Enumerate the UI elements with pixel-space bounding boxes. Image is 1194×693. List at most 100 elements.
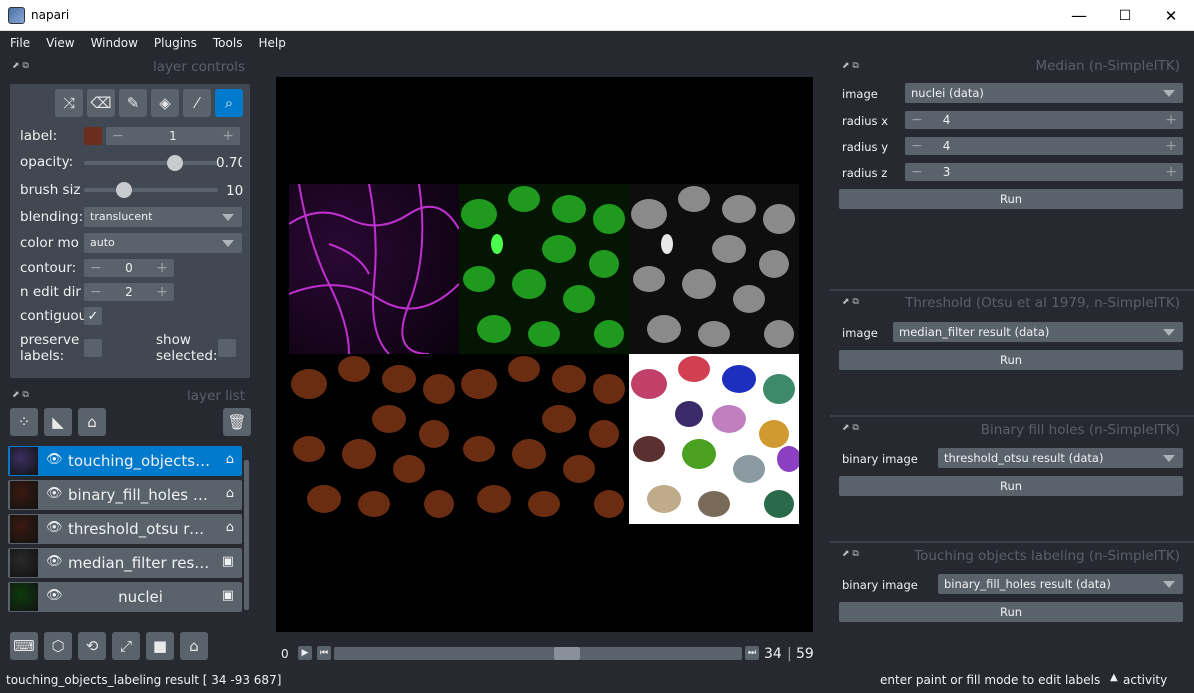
- menu-plugins[interactable]: Plugins: [154, 31, 197, 55]
- radius-y-spinbox[interactable]: − 4 +: [905, 137, 1183, 155]
- console-icon[interactable]: ⌨: [10, 632, 38, 660]
- decrement-icon[interactable]: −: [911, 138, 923, 154]
- threshold-mask-tile: [289, 354, 459, 524]
- layer-list-scrollbar[interactable]: [244, 460, 249, 610]
- median-image-dropdown[interactable]: nuclei (data): [905, 83, 1183, 103]
- radius-x-spinbox[interactable]: − 4 +: [905, 111, 1183, 129]
- layer-item[interactable]: 👁 binary_fill_holes re... ⌂: [8, 480, 242, 510]
- new-points-layer-icon[interactable]: ⁘: [10, 408, 38, 436]
- dock-float-icon[interactable]: ⬈ ⧉: [842, 297, 859, 307]
- close-button[interactable]: ✕: [1148, 0, 1194, 31]
- napari-app-icon: [8, 7, 25, 24]
- color-mode-dropdown[interactable]: auto: [84, 233, 242, 253]
- menu-help[interactable]: Help: [258, 31, 285, 55]
- layer-name[interactable]: binary_fill_holes re...: [68, 486, 213, 504]
- dock-float-icon[interactable]: ⬈ ⧉: [842, 549, 859, 559]
- ndisplay-3d-icon[interactable]: ⬡: [44, 632, 72, 660]
- decrement-icon[interactable]: −: [911, 112, 923, 128]
- threshold-run-button[interactable]: Run: [839, 350, 1183, 370]
- radius-y-label: radius y: [842, 140, 889, 154]
- skip-start-icon[interactable]: ⏮: [317, 646, 331, 660]
- layer-name[interactable]: median_filter result: [68, 554, 213, 572]
- menu-tools[interactable]: Tools: [213, 31, 243, 55]
- blending-dropdown[interactable]: translucent: [84, 207, 242, 227]
- decrement-icon[interactable]: −: [90, 284, 102, 300]
- layer-name[interactable]: nuclei: [68, 588, 213, 606]
- increment-icon[interactable]: +: [222, 128, 234, 144]
- visibility-eye-icon[interactable]: 👁: [46, 452, 63, 467]
- skip-end-icon[interactable]: ⏭: [745, 646, 759, 660]
- dims-separator: |: [787, 646, 792, 662]
- visibility-eye-icon[interactable]: 👁: [46, 588, 63, 603]
- layer-item[interactable]: 👁 median_filter result ▣: [8, 548, 242, 578]
- dock-float-icon[interactable]: ⬈ ⧉: [842, 423, 859, 433]
- preserve-labels-checkbox[interactable]: [84, 339, 102, 357]
- color-picker-icon[interactable]: ⁄: [183, 89, 211, 117]
- visibility-eye-icon[interactable]: 👁: [46, 554, 63, 569]
- fill-bucket-icon[interactable]: ◈: [151, 89, 179, 117]
- increment-icon[interactable]: +: [156, 284, 168, 300]
- n-edit-dim-spinbox[interactable]: − 2 +: [84, 283, 174, 301]
- transpose-icon[interactable]: ⤢: [112, 632, 140, 660]
- threshold-image-dropdown[interactable]: median_filter result (data): [893, 322, 1183, 342]
- labels-layer-icon: ⌂: [225, 520, 234, 535]
- contour-spinbox[interactable]: − 0 +: [84, 259, 174, 277]
- paintbrush-icon[interactable]: ✎: [119, 89, 147, 117]
- increment-icon[interactable]: +: [156, 260, 168, 276]
- layer-item[interactable]: 👁 touching_objects_l... ⌂: [8, 446, 242, 476]
- new-labels-layer-icon[interactable]: ⌂: [78, 408, 106, 436]
- minimize-button[interactable]: —: [1056, 0, 1102, 31]
- grid-mode-icon[interactable]: ■: [146, 632, 174, 660]
- touching-objects-image-dropdown[interactable]: binary_fill_holes result (data): [938, 574, 1183, 594]
- threshold-mask-graphic: [291, 356, 455, 518]
- decrement-icon[interactable]: −: [911, 164, 923, 180]
- viewer-canvas[interactable]: [276, 77, 813, 632]
- decrement-icon[interactable]: −: [90, 260, 102, 276]
- menu-view[interactable]: View: [46, 31, 74, 55]
- label-color-swatch[interactable]: [84, 127, 102, 145]
- activity-arrow-icon[interactable]: ▲: [1110, 672, 1118, 683]
- fill-holes-run-button[interactable]: Run: [839, 476, 1183, 496]
- new-shapes-layer-icon[interactable]: ◣: [44, 408, 72, 436]
- label-spinbox[interactable]: − 1 +: [106, 127, 240, 145]
- dock-float-icon[interactable]: ⬈ ⧉: [12, 61, 29, 71]
- layer-name[interactable]: touching_objects_l...: [68, 452, 213, 470]
- color-mode-label: color mo: [20, 235, 79, 251]
- eraser-icon[interactable]: ⌫: [87, 89, 115, 117]
- layer-name[interactable]: threshold_otsu res...: [68, 520, 213, 538]
- fill-holes-image-dropdown[interactable]: threshold_otsu result (data): [938, 448, 1183, 468]
- decrement-icon[interactable]: −: [112, 128, 124, 144]
- play-icon[interactable]: ▶: [298, 646, 312, 660]
- pan-zoom-icon[interactable]: ⌕: [215, 89, 243, 117]
- dock-float-icon[interactable]: ⬈ ⧉: [12, 390, 29, 400]
- opacity-slider[interactable]: [84, 155, 218, 171]
- brush-size-slider[interactable]: [84, 182, 218, 198]
- opacity-slider-handle[interactable]: [166, 155, 183, 171]
- increment-icon[interactable]: +: [1165, 138, 1177, 154]
- activity-button[interactable]: activity: [1123, 673, 1167, 687]
- visibility-eye-icon[interactable]: 👁: [46, 520, 63, 535]
- roll-dims-icon[interactable]: ⟲: [78, 632, 106, 660]
- layer-item[interactable]: 👁 threshold_otsu res... ⌂: [8, 514, 242, 544]
- home-icon[interactable]: ⌂: [180, 632, 208, 660]
- dims-slider-handle[interactable]: [554, 647, 581, 660]
- touching-objects-run-button[interactable]: Run: [839, 602, 1183, 622]
- visibility-eye-icon[interactable]: 👁: [46, 486, 63, 501]
- median-run-button[interactable]: Run: [839, 189, 1183, 209]
- radius-x-label: radius x: [842, 114, 889, 128]
- brush-size-slider-handle[interactable]: [115, 182, 132, 198]
- dims-slider[interactable]: [334, 647, 742, 660]
- show-selected-checkbox[interactable]: [218, 339, 236, 357]
- maximize-button[interactable]: ☐: [1102, 0, 1148, 31]
- menu-file[interactable]: File: [10, 31, 30, 55]
- filled-mask-graphic: [461, 356, 625, 518]
- dock-float-icon[interactable]: ⬈ ⧉: [842, 61, 859, 71]
- shuffle-colors-icon[interactable]: ⤨: [55, 89, 83, 117]
- menu-window[interactable]: Window: [91, 31, 138, 55]
- delete-layer-icon[interactable]: 🗑: [223, 408, 251, 436]
- layer-item[interactable]: 👁 nuclei ▣: [8, 582, 242, 612]
- radius-z-spinbox[interactable]: − 3 +: [905, 163, 1183, 181]
- increment-icon[interactable]: +: [1165, 112, 1177, 128]
- increment-icon[interactable]: +: [1165, 164, 1177, 180]
- contiguous-checkbox[interactable]: ✓: [84, 307, 102, 325]
